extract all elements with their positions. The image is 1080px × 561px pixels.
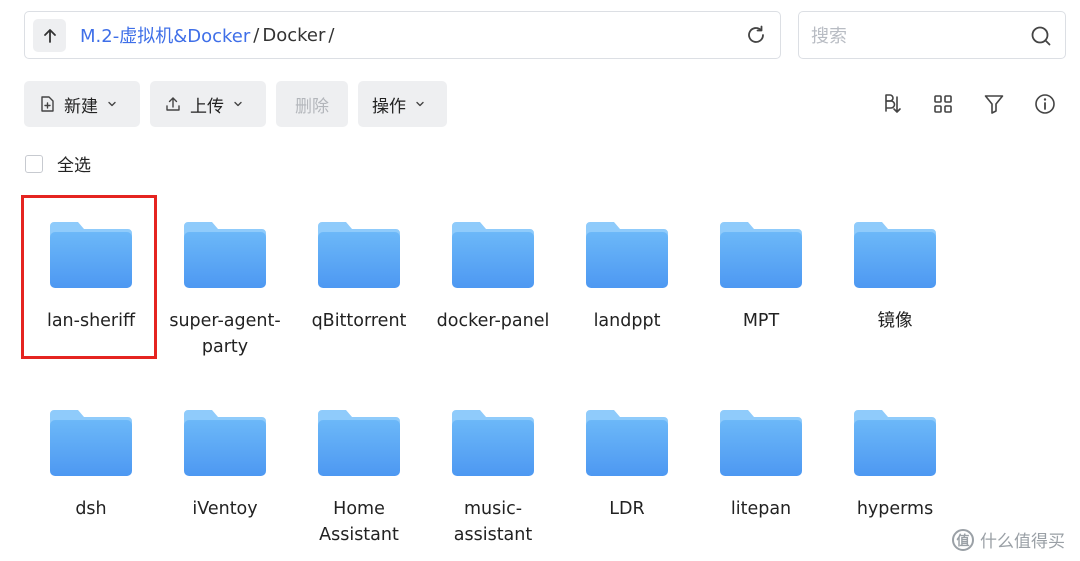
search-input[interactable]	[809, 21, 1013, 51]
selection-highlight	[21, 195, 157, 359]
toolbar: 新建 上传 删除 操作	[24, 81, 447, 127]
breadcrumb-separator: /	[328, 24, 335, 46]
folder-label-line: docker-panel	[436, 311, 550, 331]
folder-tile[interactable]: music-assistant	[426, 381, 560, 545]
select-all-label: 全选	[57, 156, 91, 176]
folder-icon	[854, 410, 936, 476]
info-icon[interactable]	[1033, 92, 1057, 116]
view-tools	[880, 92, 1057, 116]
folder-label: Home Assistant	[292, 496, 426, 548]
folder-label-line: super-agent-	[169, 311, 281, 331]
breadcrumb-item-m2[interactable]: M.2-虚拟机&Docker	[80, 22, 250, 48]
filter-icon[interactable]	[982, 92, 1006, 116]
folder-tile[interactable]: docker-panel	[426, 193, 560, 353]
folder-label-line: hyperms	[856, 499, 934, 519]
folder-icon	[586, 222, 668, 288]
upload-icon	[166, 97, 180, 111]
chevron-down-icon	[108, 101, 116, 107]
path-bar: M.2-虚拟机&Docker / Docker /	[24, 11, 781, 59]
folder-label-line: 镜像	[877, 311, 913, 331]
new-button[interactable]: 新建	[24, 81, 140, 127]
folder-label-line: party	[201, 337, 249, 357]
new-file-icon	[41, 96, 54, 112]
grid-view-icon[interactable]	[931, 92, 955, 116]
folder-label-line: qBittorrent	[311, 311, 407, 331]
folder-tile[interactable]: super-agent-party	[158, 193, 292, 357]
folder-label: dsh	[24, 496, 158, 522]
arrow-up-icon	[43, 28, 56, 43]
folder-icon	[452, 222, 534, 288]
breadcrumb: M.2-虚拟机&Docker / Docker /	[80, 12, 337, 58]
chevron-down-icon	[416, 101, 424, 107]
folder-label: docker-panel	[426, 308, 560, 334]
folder-label-line: assistant	[453, 525, 533, 545]
folder-tile[interactable]: 镜像	[828, 193, 962, 353]
folder-icon	[50, 410, 132, 476]
folder-icon	[720, 410, 802, 476]
folder-label: litepan	[694, 496, 828, 522]
select-all[interactable]: 全选	[25, 151, 91, 176]
folder-label: LDR	[560, 496, 694, 522]
folder-icon	[720, 222, 802, 288]
up-button[interactable]	[33, 19, 66, 52]
folder-icon	[854, 222, 936, 288]
folder-icon	[184, 410, 266, 476]
upload-button-label: 上传	[190, 96, 224, 117]
folder-icon	[452, 410, 534, 476]
sort-icon[interactable]	[880, 92, 904, 116]
folder-label: MPT	[694, 308, 828, 334]
folder-icon	[184, 222, 266, 288]
folder-label: landppt	[560, 308, 694, 334]
watermark-text: 什么值得买	[980, 532, 1065, 552]
chevron-down-icon	[234, 101, 242, 107]
folder-label-line: iVentoy	[192, 499, 258, 519]
search-icon[interactable]	[1029, 24, 1053, 48]
folder-label-line: LDR	[609, 499, 645, 519]
folder-label: super-agent-party	[158, 308, 292, 360]
folder-tile[interactable]: hyperms	[828, 381, 962, 541]
folder-icon	[318, 410, 400, 476]
upload-button[interactable]: 上传	[150, 81, 266, 127]
search-box	[798, 11, 1066, 59]
folder-label-line: landppt	[593, 311, 661, 331]
folder-label-line: Home	[333, 499, 385, 519]
folder-tile[interactable]: qBittorrent	[292, 193, 426, 353]
folder-tile[interactable]: LDR	[560, 381, 694, 541]
folder-label: qBittorrent	[292, 308, 426, 334]
folder-tile[interactable]: MPT	[694, 193, 828, 353]
folder-label-line: dsh	[75, 499, 107, 519]
folder-label-line: Assistant	[319, 525, 399, 545]
breadcrumb-separator: /	[253, 24, 260, 46]
folder-label-line: litepan	[730, 499, 792, 519]
folder-icon	[586, 410, 668, 476]
folder-label: hyperms	[828, 496, 962, 522]
delete-button-label: 删除	[295, 96, 329, 117]
folder-tile[interactable]: iVentoy	[158, 381, 292, 541]
watermark: 值 什么值得买	[952, 527, 1065, 552]
folder-tile[interactable]: dsh	[24, 381, 158, 541]
folder-label-line: music-	[463, 499, 523, 519]
folder-label-line: MPT	[742, 311, 780, 331]
breadcrumb-item-docker[interactable]: Docker	[262, 25, 325, 46]
delete-button[interactable]: 删除	[276, 81, 348, 127]
folder-label: iVentoy	[158, 496, 292, 522]
watermark-badge: 值	[952, 528, 974, 551]
new-button-label: 新建	[64, 96, 98, 117]
folder-tile[interactable]: litepan	[694, 381, 828, 541]
folder-tile[interactable]: Home Assistant	[292, 381, 426, 545]
select-all-checkbox[interactable]	[25, 154, 43, 173]
folder-label: music-assistant	[426, 496, 560, 548]
actions-button-label: 操作	[372, 96, 406, 117]
refresh-icon[interactable]	[744, 23, 768, 47]
folder-icon	[318, 222, 400, 288]
folder-label: 镜像	[828, 308, 962, 334]
folder-tile[interactable]: landppt	[560, 193, 694, 353]
actions-button[interactable]: 操作	[358, 81, 447, 127]
